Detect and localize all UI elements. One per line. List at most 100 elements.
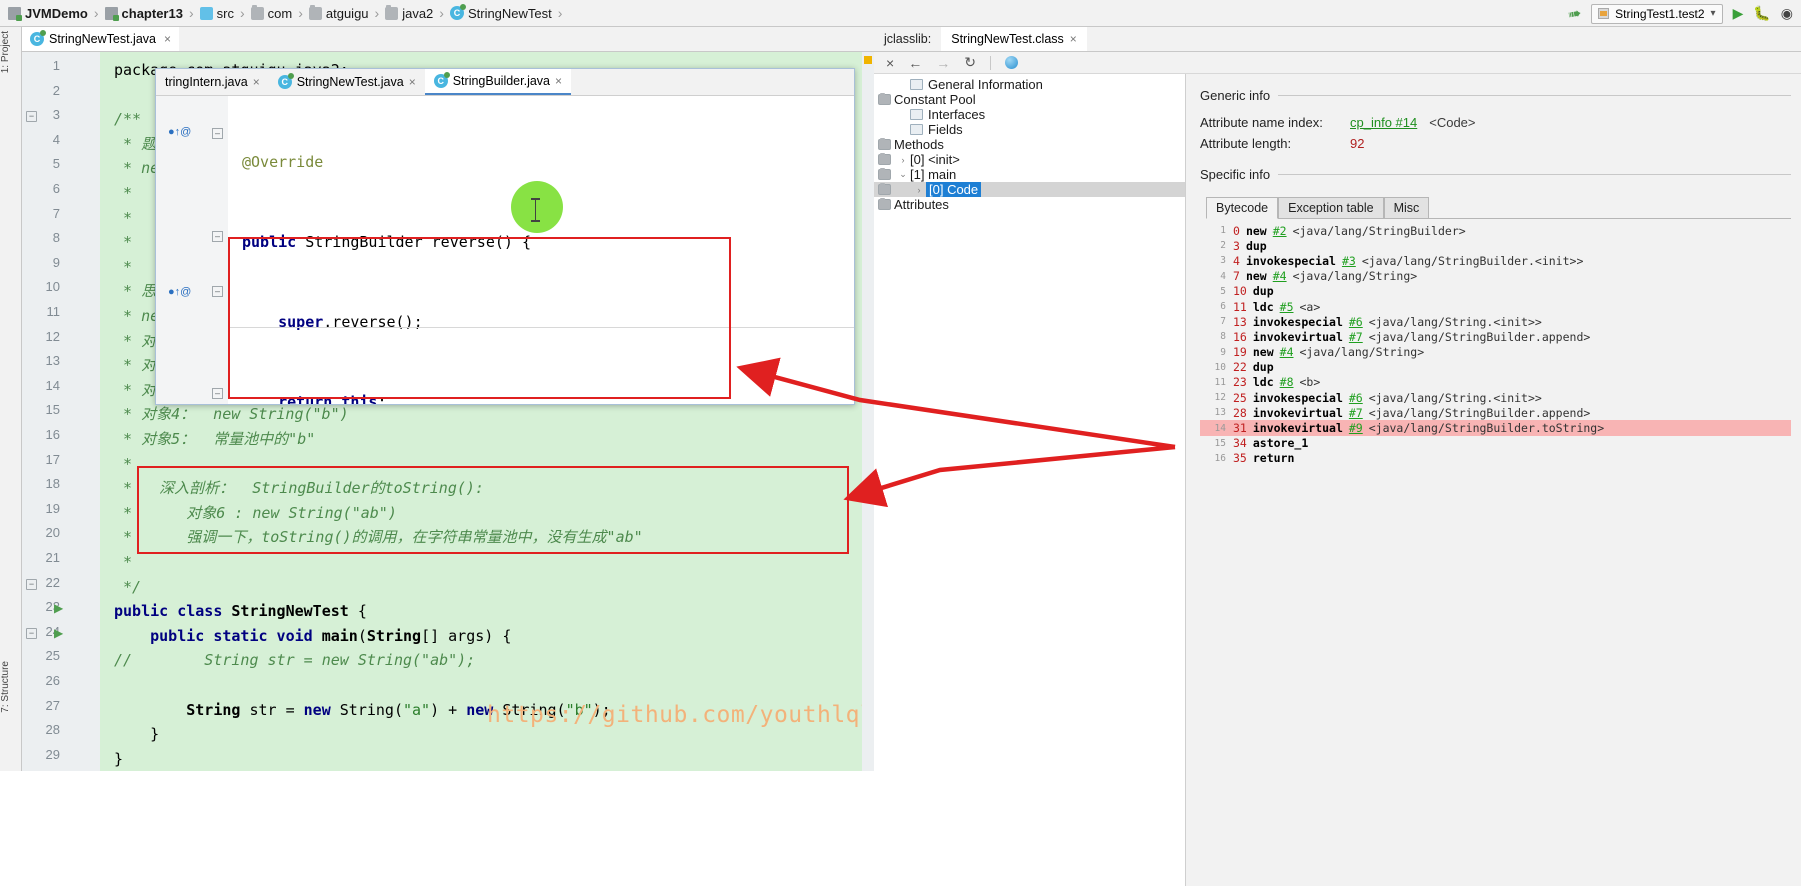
forward-arrow-icon[interactable]: →: [936, 55, 950, 71]
warning-marker[interactable]: [864, 56, 872, 64]
java-class-icon: C: [449, 4, 466, 20]
fold-marker[interactable]: −: [26, 627, 37, 639]
fold-marker[interactable]: –: [212, 128, 223, 139]
quick-definition-popup[interactable]: tringIntern.java × C StringNewTest.java …: [155, 68, 855, 405]
bytecode-constant-ref[interactable]: #6: [1349, 315, 1363, 329]
breadcrumb-item-java2[interactable]: java2: [385, 0, 433, 26]
run-gutter-icon[interactable]: ▶: [54, 601, 63, 615]
error-stripe[interactable]: [862, 52, 874, 771]
chevron-down-icon[interactable]: ⌄: [896, 169, 910, 180]
close-icon[interactable]: ×: [555, 74, 562, 88]
bytecode-row[interactable]: 5 10 dup: [1200, 284, 1791, 299]
close-icon[interactable]: ×: [1070, 32, 1077, 46]
bytecode-constant-ref[interactable]: #9: [1349, 421, 1363, 435]
tab-misc[interactable]: Misc: [1383, 197, 1430, 218]
globe-icon[interactable]: [1004, 56, 1018, 69]
bytecode-row[interactable]: 4 7 new #4 <java/lang/String>: [1200, 269, 1791, 284]
field-label: Attribute length:: [1200, 136, 1292, 151]
tree-node-fields[interactable]: Fields: [874, 122, 1185, 137]
bytecode-row[interactable]: 13 28 invokevirtual #7 <java/lang/StringBuil…: [1200, 405, 1791, 420]
bytecode-constant-ref[interactable]: #7: [1349, 330, 1363, 344]
chevron-right-icon[interactable]: ›: [896, 155, 910, 165]
bytecode-row[interactable]: 10 22 dup: [1200, 360, 1791, 375]
popup-tab-stringnewtest[interactable]: C StringNewTest.java ×: [269, 69, 425, 95]
bytecode-constant-ref[interactable]: #8: [1280, 375, 1294, 389]
code-token: =: [285, 700, 304, 719]
bytecode-constant-ref[interactable]: #3: [1342, 254, 1356, 268]
fold-marker[interactable]: −: [26, 111, 37, 123]
back-arrow-icon[interactable]: ←: [908, 55, 922, 71]
bytecode-offset: 16: [1233, 329, 1247, 344]
fold-marker[interactable]: –: [212, 286, 223, 297]
run-gutter-icon[interactable]: ▶: [54, 626, 63, 640]
breadcrumb-item-jvmdemo[interactable]: JVMDemo: [8, 0, 88, 26]
popup-tab-label: StringNewTest.java: [296, 75, 404, 89]
gutter-override-marker[interactable]: ●↑@: [168, 126, 191, 138]
bytecode-row[interactable]: 8 16 invokevirtual #7 <java/lang/StringBuild…: [1200, 329, 1791, 344]
chevron-down-icon[interactable]: ▾: [1711, 8, 1716, 19]
cp-info-link[interactable]: cp_info #14: [1350, 115, 1417, 130]
bytecode-constant-ref[interactable]: #2: [1273, 224, 1287, 238]
run-play-icon[interactable]: ▶: [1733, 5, 1744, 22]
bytecode-row[interactable]: 9 19 new #4 <java/lang/String>: [1200, 345, 1791, 360]
popup-tab-stringbuilder[interactable]: C StringBuilder.java ×: [424, 69, 572, 95]
bytecode-row[interactable]: 15 34 astore_1: [1200, 436, 1791, 451]
breadcrumb-item-src[interactable]: src: [199, 0, 234, 26]
bytecode-row[interactable]: 1 0 new #2 <java/lang/StringBuilder>: [1200, 223, 1791, 238]
run-configuration-selector[interactable]: StringTest1.test2 ▾: [1591, 3, 1723, 24]
editor-tab-stringnewtest[interactable]: C StringNewTest.java ×: [22, 27, 180, 51]
bytecode-constant-ref[interactable]: #7: [1349, 406, 1363, 420]
tree-node-0-init[interactable]: › [0] <init>: [874, 152, 1185, 167]
bytecode-opcode: invokespecial: [1252, 314, 1343, 329]
tree-node-constant-pool[interactable]: ›Constant Pool: [874, 92, 1185, 107]
close-icon[interactable]: ×: [253, 75, 260, 89]
popup-tab-stringintern[interactable]: tringIntern.java ×: [156, 69, 269, 95]
breadcrumb-item-com[interactable]: com: [250, 0, 292, 26]
tree-node-1-main[interactable]: ⌄ [1] main: [874, 167, 1185, 182]
bytecode-row[interactable]: 12 25 invokespecial #6 <java/lang/String.<in…: [1200, 390, 1791, 405]
tree-node-0-code[interactable]: › [0] Code: [874, 182, 1185, 197]
bytecode-constant-ref[interactable]: #5: [1280, 300, 1294, 314]
bytecode-descriptor: <java/lang/String>: [1292, 269, 1418, 284]
tree-node-methods[interactable]: ⌄Methods: [874, 137, 1185, 152]
bytecode-row[interactable]: 16 35 return: [1200, 451, 1791, 466]
chevron-right-icon[interactable]: ›: [912, 185, 926, 195]
tree-node-attributes[interactable]: ›Attributes: [874, 197, 1185, 212]
close-icon[interactable]: ×: [886, 55, 894, 71]
jclasslib-tree[interactable]: General Information›Constant PoolInterfa…: [874, 74, 1186, 886]
run-coverage-icon[interactable]: ◉: [1781, 5, 1793, 22]
bytecode-list[interactable]: 1 0 new #2 <java/lang/StringBuilder> 2 3 dup 3 4 i…: [1200, 223, 1791, 466]
sidebar-tool-project[interactable]: 1: Project: [0, 27, 22, 137]
bytecode-row[interactable]: 11 23 ldc #8 <b>: [1200, 375, 1791, 390]
bytecode-row[interactable]: 3 4 invokespecial #3 <java/lang/StringBuilde…: [1200, 253, 1791, 268]
tree-node-interfaces[interactable]: Interfaces: [874, 107, 1185, 122]
bytecode-constant-ref[interactable]: #4: [1280, 345, 1294, 359]
bytecode-descriptor: <java/lang/String>: [1299, 345, 1425, 360]
reload-icon[interactable]: ↻: [964, 54, 976, 71]
bytecode-constant-ref[interactable]: #4: [1273, 269, 1287, 283]
close-icon[interactable]: ×: [164, 32, 171, 46]
debug-bug-icon[interactable]: 🐛: [1753, 5, 1770, 22]
tab-exception-table[interactable]: Exception table: [1278, 197, 1384, 218]
fold-marker[interactable]: –: [212, 231, 223, 242]
bytecode-constant-ref[interactable]: #6: [1349, 391, 1363, 405]
bytecode-row[interactable]: 14 31 invokevirtual #9 <java/lang/StringBuil…: [1200, 420, 1791, 436]
bytecode-row[interactable]: 7 13 invokespecial #6 <java/lang/String.<ini…: [1200, 314, 1791, 329]
hammer-icon[interactable]: ➠: [1566, 2, 1583, 24]
breadcrumb-item-chapter13[interactable]: chapter13: [104, 0, 183, 26]
sidebar-tool-structure[interactable]: 7: Structure: [0, 657, 22, 767]
bytecode-row[interactable]: 6 11 ldc #5 <a>: [1200, 299, 1791, 314]
tab-bytecode[interactable]: Bytecode: [1206, 197, 1279, 219]
fold-marker[interactable]: −: [26, 578, 37, 590]
code-token: String: [366, 626, 422, 645]
breadcrumb-item-stringnewtest[interactable]: C StringNewTest: [449, 0, 552, 26]
bytecode-row[interactable]: 2 3 dup: [1200, 238, 1791, 253]
close-icon[interactable]: ×: [409, 75, 416, 89]
breadcrumb-item-atguigu[interactable]: atguigu: [308, 0, 369, 26]
jclasslib-tab-class[interactable]: StringNewTest.class ×: [941, 27, 1087, 51]
bytecode-line-number: 16: [1214, 452, 1226, 464]
tree-node-general-information[interactable]: General Information: [874, 77, 1185, 92]
gutter-override-marker[interactable]: ●↑@: [168, 286, 191, 298]
fold-marker[interactable]: –: [212, 388, 223, 399]
